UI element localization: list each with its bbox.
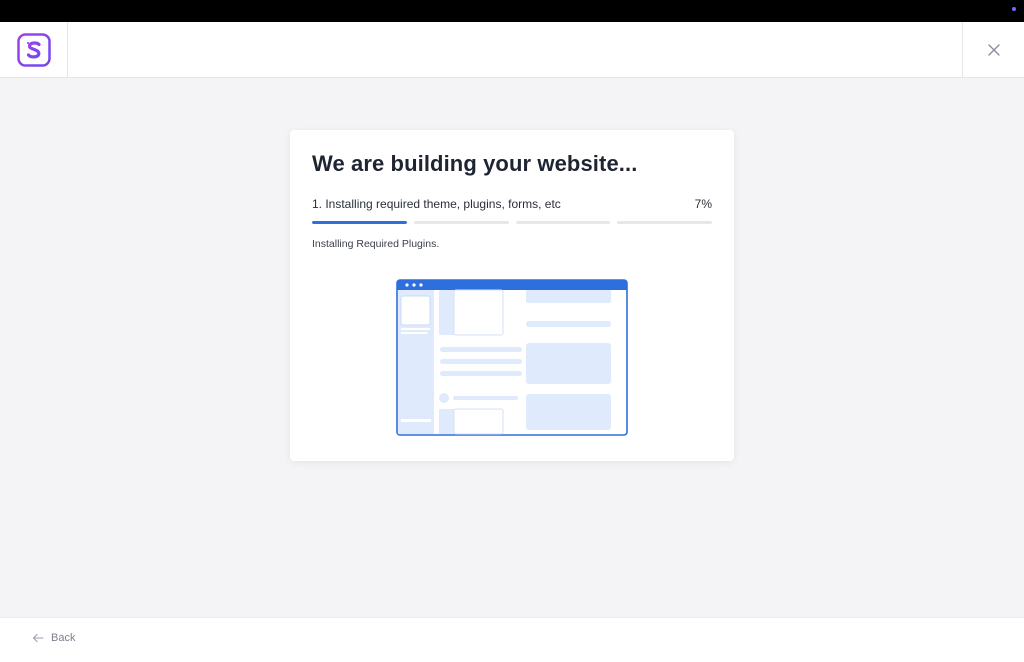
progress-fill [312, 221, 407, 224]
progress-segment [617, 221, 712, 224]
back-button[interactable]: Back [32, 632, 75, 644]
close-button[interactable] [962, 22, 1024, 78]
arrow-left-icon [32, 633, 44, 643]
progress-bar [312, 221, 712, 224]
logo-cell [0, 22, 68, 78]
progress-segment [413, 221, 509, 224]
page-title: We are building your website... [312, 151, 638, 176]
progress-segment [312, 221, 407, 224]
website-wireframe-illustration [396, 279, 628, 436]
header [0, 22, 1024, 78]
progress-percent: 7% [694, 197, 712, 211]
step-label: 1. Installing required theme, plugins, f… [312, 197, 561, 211]
status-dot [1012, 7, 1016, 11]
close-icon [987, 44, 1000, 56]
status-text: Installing Required Plugins. [312, 238, 440, 250]
progress-segment [515, 221, 611, 224]
footer: Back [0, 617, 1024, 662]
system-top-bar [0, 0, 1024, 22]
build-progress-card: We are building your website... 1. Insta… [290, 130, 734, 461]
back-label: Back [51, 632, 76, 644]
s-brand-logo-icon [16, 33, 51, 67]
